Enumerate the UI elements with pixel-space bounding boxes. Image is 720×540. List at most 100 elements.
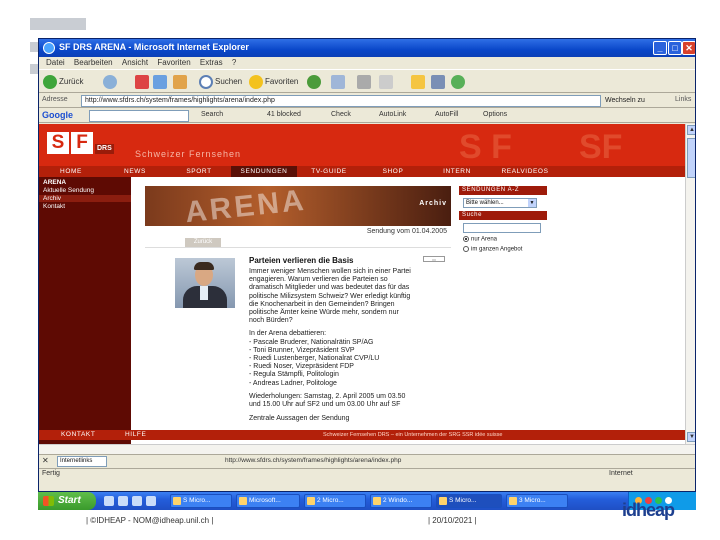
article-title: Parteien verlieren die Basis <box>249 256 354 265</box>
history-button[interactable] <box>307 74 323 90</box>
radio-nur-arena[interactable]: nur Arena <box>463 236 547 243</box>
site-search-input[interactable] <box>463 223 541 233</box>
quicklaunch-ie-icon[interactable] <box>104 496 114 506</box>
menu-extras[interactable]: Extras <box>200 57 223 69</box>
forward-button[interactable] <box>103 74 119 90</box>
guest-item: - Andreas Ladner, Politologe <box>249 379 337 387</box>
menu-help[interactable]: ? <box>232 57 236 69</box>
article-line: politische Ämter keine Würde mehr, sonde… <box>249 309 399 317</box>
task-button[interactable]: S Micro... <box>170 494 232 508</box>
close-icon[interactable]: ✕ <box>42 456 49 465</box>
radio-ganzes-angebot[interactable]: im ganzen Angebot <box>463 245 547 252</box>
site-header: S F SF S F DRS Schweizer Fernsehen <box>39 124 685 166</box>
browser-window: SF DRS ARENA - Microsoft Internet Explor… <box>38 38 696 492</box>
google-search-button[interactable]: Search <box>201 111 223 118</box>
options-button[interactable]: Options <box>483 111 507 118</box>
go-button[interactable]: Wechseln zu <box>605 95 645 107</box>
menu-datei[interactable]: Datei <box>46 57 65 69</box>
article-line: noch Bürden? <box>249 317 293 325</box>
nav-sport[interactable]: SPORT <box>167 166 231 177</box>
repeat-line: und 15.00 Uhr auf SF2 und um 03.00 Uhr a… <box>249 401 401 409</box>
left-nav: ARENA Aktuelle Sendung Archiv Kontakt <box>39 177 131 444</box>
article-line: dramatisch Mitglieder und was bedeutet d… <box>249 284 410 292</box>
menu-favoriten[interactable]: Favoriten <box>157 57 190 69</box>
task-button[interactable]: 2 Windo... <box>370 494 432 508</box>
article: ▭ Parteien verlieren die Basis Immer wen… <box>249 256 449 423</box>
guest-item: - Pascale Bruderer, Nationalrätin SP/AG <box>249 338 374 346</box>
right-column: SENDUNGEN A-Z Bitte wählen... ▼ Suche nu… <box>459 186 547 276</box>
maximize-button[interactable]: □ <box>668 41 682 55</box>
nav-tv-guide[interactable]: TV-GUIDE <box>297 166 361 177</box>
start-button[interactable]: Start <box>38 492 96 510</box>
task-button[interactable]: 3 Micro... <box>506 494 568 508</box>
favorites-label: Favoriten <box>265 77 299 86</box>
scroll-down-icon[interactable]: ▼ <box>687 432 695 442</box>
left-nav-kontakt[interactable]: Kontakt <box>43 203 65 210</box>
site-footer: KONTAKT HILFE Schweizer Fernsehen DRS – … <box>39 430 685 440</box>
left-nav-archiv[interactable]: Archiv <box>39 195 131 202</box>
arena-banner: ARENA Archiv <box>145 186 451 226</box>
nav-realvideos[interactable]: REALVIDEOS <box>489 166 561 177</box>
menu-bearbeiten[interactable]: Bearbeiten <box>74 57 113 69</box>
popup-blocked-button[interactable]: 41 blocked <box>267 111 301 118</box>
nav-home[interactable]: HOME <box>39 166 103 177</box>
task-button[interactable]: Microsoft... <box>236 494 300 508</box>
nav-shop[interactable]: SHOP <box>361 166 425 177</box>
task-button[interactable]: S Micro... <box>436 494 502 508</box>
messenger-button[interactable] <box>451 74 467 90</box>
autolink-button[interactable]: AutoLink <box>379 111 406 118</box>
spell-check-button[interactable]: Check <box>331 111 351 118</box>
autofill-button[interactable]: AutoFill <box>435 111 458 118</box>
scroll-thumb[interactable] <box>687 138 695 178</box>
radio-dot <box>463 236 469 242</box>
stop-button[interactable] <box>135 74 151 90</box>
horizontal-scrollbar[interactable] <box>39 444 695 454</box>
page-content: S F SF S F DRS Schweizer Fernsehen HOME NE… <box>39 124 685 444</box>
research-button[interactable] <box>431 74 447 90</box>
menu-ansicht[interactable]: Ansicht <box>122 57 148 69</box>
address-label: Adresse <box>42 96 68 103</box>
search-button[interactable]: Suchen <box>199 74 242 90</box>
address-input[interactable]: http://www.sfdrs.ch/system/frames/highli… <box>81 95 601 107</box>
footer-kontakt[interactable]: KONTAKT <box>61 430 95 440</box>
header-watermark: S F <box>459 128 512 166</box>
favorites-button[interactable]: Favoriten <box>249 74 298 90</box>
task-button[interactable]: 2 Micro... <box>304 494 366 508</box>
guest-item: - Toni Brunner, Vizepräsident SVP <box>249 346 355 354</box>
nav-sendungen[interactable]: SENDUNGEN <box>231 166 297 177</box>
back-link-button[interactable]: Zurück <box>185 238 221 247</box>
google-search-input[interactable] <box>89 110 189 122</box>
edit-button[interactable] <box>379 74 395 90</box>
home-icon <box>173 74 187 89</box>
home-button[interactable] <box>173 74 189 90</box>
scroll-up-icon[interactable]: ▲ <box>687 125 695 135</box>
article-paragraph: Immer weniger Menschen wollen sich in ei… <box>249 268 449 325</box>
task-icon <box>307 497 315 505</box>
refresh-button[interactable] <box>153 74 169 90</box>
vertical-scrollbar[interactable]: ▲ ▼ <box>685 124 695 444</box>
edit-icon <box>379 74 393 89</box>
minimize-button[interactable]: _ <box>653 41 667 55</box>
print-icon[interactable]: ▭ <box>423 256 445 262</box>
close-button[interactable]: ✕ <box>682 41 695 55</box>
quicklaunch-word-icon[interactable] <box>132 496 142 506</box>
nav-news[interactable]: NEWS <box>103 166 167 177</box>
back-button[interactable]: Zurück <box>43 74 83 90</box>
sf-logo[interactable]: S F DRS <box>47 132 114 156</box>
print-button[interactable] <box>357 74 373 90</box>
quicklaunch-outlook-icon[interactable] <box>118 496 128 506</box>
status-zone: Internet <box>609 470 633 477</box>
mail-button[interactable] <box>331 74 347 90</box>
nav-intern[interactable]: INTERN <box>425 166 489 177</box>
left-nav-aktuelle-sendung[interactable]: Aktuelle Sendung <box>43 187 94 194</box>
repeat-line: Wiederholungen: Samstag, 2. April 2005 u… <box>249 392 406 400</box>
left-nav-arena[interactable]: ARENA <box>43 179 66 186</box>
title-bar[interactable]: SF DRS ARENA - Microsoft Internet Explor… <box>39 39 695 57</box>
quicklaunch-desktop-icon[interactable] <box>146 496 156 506</box>
links-label[interactable]: Links <box>675 96 691 103</box>
links-select[interactable]: Internetlinks <box>57 456 107 467</box>
footer-hilfe[interactable]: HILFE <box>125 430 146 440</box>
folder-button[interactable] <box>411 74 427 90</box>
start-label: Start <box>58 495 81 506</box>
sendungen-select[interactable]: Bitte wählen... ▼ <box>463 198 537 208</box>
